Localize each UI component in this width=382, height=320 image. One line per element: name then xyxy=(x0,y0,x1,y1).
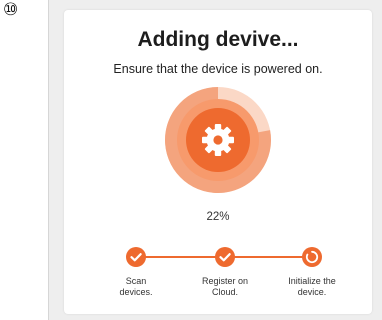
step-scan-indicator xyxy=(126,247,146,267)
step-initialize-indicator xyxy=(302,247,322,267)
dialog-subtitle: Ensure that the device is powered on. xyxy=(113,62,323,76)
step-register-label: Register on Cloud. xyxy=(201,276,249,297)
step-number-marker: ⑩ xyxy=(3,0,19,20)
check-icon xyxy=(130,253,142,262)
progress-percent: 22% xyxy=(206,211,230,223)
step-initialize-label: Initialize the device. xyxy=(288,276,336,297)
adding-device-dialog: Adding devive... Ensure that the device … xyxy=(64,10,372,314)
check-icon xyxy=(219,253,231,262)
gear-icon xyxy=(202,124,234,156)
dialog-title: Adding devive... xyxy=(137,28,299,51)
step-scan-label: Scan devices. xyxy=(119,276,153,297)
step-register-indicator xyxy=(215,247,235,267)
screen: ⑩ Adding devive... Ensure that the devic… xyxy=(0,0,382,320)
progress-ring xyxy=(165,87,271,193)
spinner-icon xyxy=(305,250,319,264)
